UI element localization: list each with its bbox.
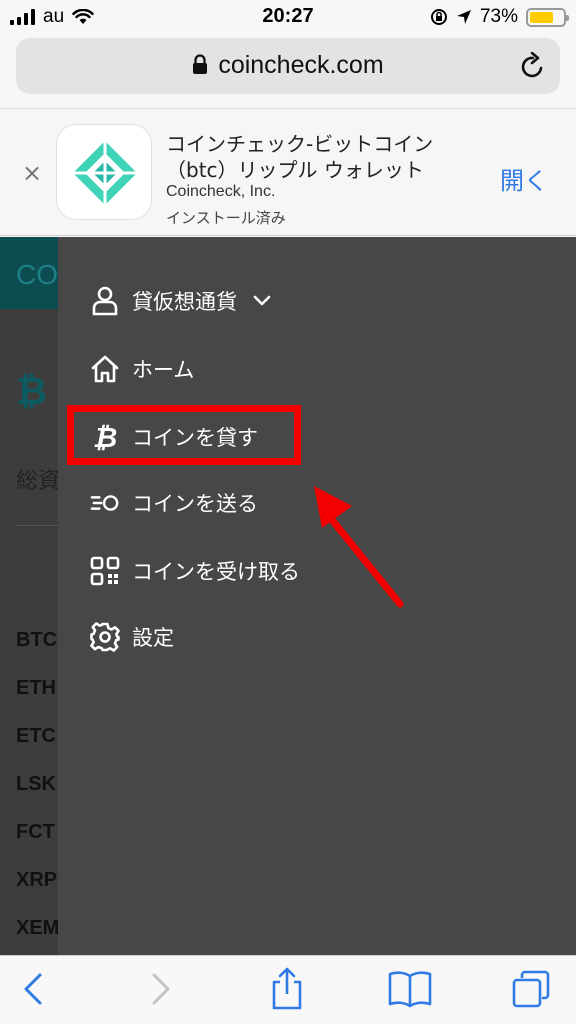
page-bitcoin-symbol: ₿ bbox=[16, 369, 47, 413]
menu-item-home[interactable]: ホーム bbox=[90, 349, 194, 389]
page-divider bbox=[16, 525, 60, 526]
page-total-label: 総資 bbox=[16, 469, 61, 494]
coincheck-logo bbox=[73, 141, 137, 205]
menu-item-settings[interactable]: 設定 bbox=[90, 617, 174, 657]
coin-list: BTC ETH ETC LSK FCT XRP XEM bbox=[16, 629, 59, 955]
banner-close-button[interactable]: × bbox=[22, 159, 42, 187]
coin-item: LSK bbox=[16, 773, 56, 795]
menu-item-label: コインを送る bbox=[132, 492, 258, 516]
location-icon bbox=[456, 10, 471, 24]
coin-item: XRP bbox=[16, 869, 58, 891]
app-icon[interactable] bbox=[56, 124, 152, 220]
back-icon[interactable] bbox=[22, 972, 44, 1006]
share-icon[interactable] bbox=[270, 966, 304, 1010]
highlight-box bbox=[67, 405, 301, 465]
address-bar[interactable]: coincheck.com bbox=[16, 38, 560, 94]
menu-item-label: 貸仮想通貨 bbox=[132, 290, 237, 314]
open-app-button[interactable]: 開く bbox=[500, 161, 548, 196]
browser-toolbar bbox=[0, 955, 576, 1024]
menu-item-send-coins[interactable]: コインを送る bbox=[90, 483, 258, 523]
reload-icon[interactable] bbox=[520, 52, 546, 80]
coin-item: BTC bbox=[16, 629, 58, 651]
url-domain: coincheck.com bbox=[218, 51, 384, 79]
rotation-lock-icon bbox=[430, 9, 447, 25]
annotation-arrow-icon bbox=[314, 486, 404, 608]
battery-fill bbox=[530, 11, 554, 23]
app-title: コインチェック-ビットコイン（btc）リップル ウォレット bbox=[166, 132, 434, 182]
tabs-icon[interactable] bbox=[510, 968, 552, 1010]
battery-icon bbox=[526, 7, 569, 27]
user-icon bbox=[90, 285, 120, 317]
page-logo: CO bbox=[16, 259, 58, 290]
menu-item-label: 設定 bbox=[132, 626, 174, 650]
app-developer: Coincheck, Inc. bbox=[166, 183, 276, 200]
smart-app-banner: × コインチェック-ビットコイン（btc）リップル ウォレット Coinchec… bbox=[0, 108, 576, 236]
home-icon bbox=[90, 353, 120, 385]
lock-icon bbox=[193, 54, 208, 74]
url-display[interactable]: coincheck.com bbox=[16, 51, 560, 80]
qr-code-icon bbox=[90, 555, 120, 587]
bookmarks-icon[interactable] bbox=[388, 970, 432, 1008]
coin-item: ETC bbox=[16, 725, 56, 747]
gear-icon bbox=[90, 621, 120, 653]
menu-item-receive-coins[interactable]: コインを受け取る bbox=[90, 551, 300, 591]
coin-item: ETH bbox=[16, 677, 56, 699]
status-bar: au 20:27 73% bbox=[0, 0, 576, 34]
coin-item: FCT bbox=[16, 821, 55, 843]
forward-icon[interactable] bbox=[150, 972, 172, 1006]
send-icon bbox=[90, 487, 120, 519]
status-right: 73% bbox=[430, 6, 569, 28]
app-install-status: インストール済み bbox=[166, 209, 286, 227]
menu-item-label: ホーム bbox=[132, 358, 195, 382]
coin-item: XEM bbox=[16, 917, 60, 939]
menu-item-lending-account[interactable]: 貸仮想通貨 bbox=[90, 281, 271, 321]
chevron-down-icon[interactable] bbox=[253, 295, 271, 307]
menu-item-label: コインを受け取る bbox=[132, 560, 300, 584]
battery-percent: 73% bbox=[479, 6, 518, 27]
